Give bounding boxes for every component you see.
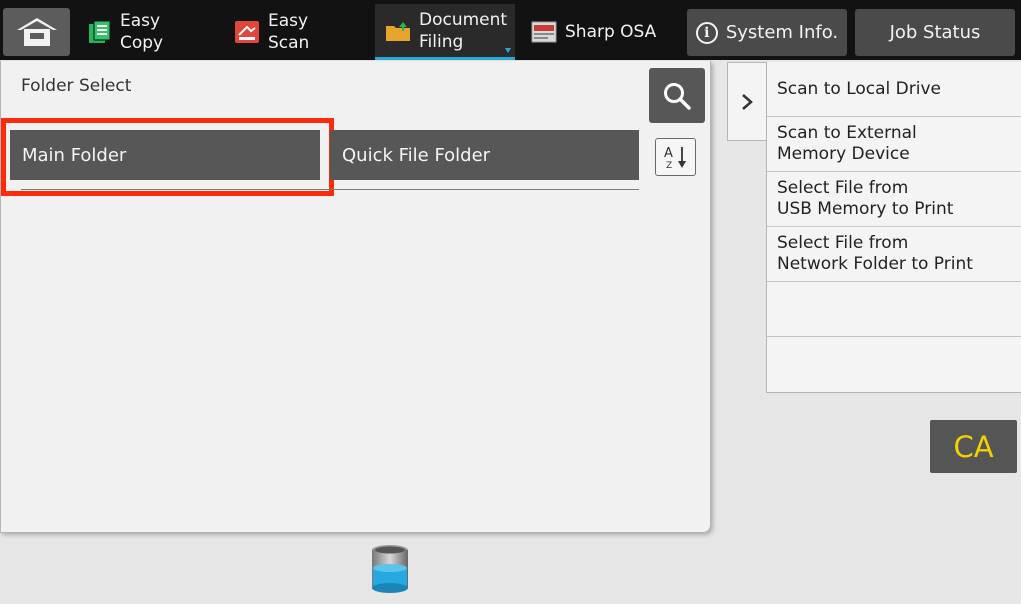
sharp-osa-icon [531, 21, 557, 43]
sort-az-icon: A Z [664, 146, 686, 171]
clear-all-button[interactable]: CA [930, 420, 1017, 473]
home-icon [16, 18, 57, 46]
home-button[interactable] [3, 8, 70, 56]
tab-sharp-osa-label: Sharp OSA [565, 22, 657, 42]
quick-file-folder-label: Quick File Folder [342, 144, 491, 166]
tab-easy-copy-label: Easy Copy [120, 11, 164, 53]
action-panel: Scan to Local Drive Scan to External Mem… [766, 62, 1021, 393]
divider [21, 189, 639, 190]
top-navigation-bar: Easy Copy Easy Scan Document Filing Shar… [0, 0, 1021, 60]
chevron-right-icon [742, 93, 753, 110]
action-scan-to-external-memory[interactable]: Scan to External Memory Device [767, 117, 1021, 172]
easy-copy-icon [89, 20, 111, 43]
info-icon: i [695, 21, 718, 44]
action-empty-slot [767, 282, 1021, 337]
action-print-from-network-folder[interactable]: Select File from Network Folder to Print [767, 227, 1021, 282]
tab-easy-scan[interactable]: Easy Scan [234, 4, 368, 60]
system-info-label: System Info. [725, 22, 839, 43]
main-folder-label: Main Folder [22, 144, 127, 166]
folder-select-panel: Folder Select Main Folder Quick File Fol… [0, 61, 711, 533]
action-scan-to-local-drive[interactable]: Scan to Local Drive [767, 62, 1021, 117]
tab-document-filing-label: Document Filing [419, 9, 508, 52]
expand-panel-button[interactable] [727, 62, 767, 141]
job-status-button[interactable]: Job Status [855, 9, 1015, 56]
system-info-button[interactable]: i System Info. [687, 9, 847, 56]
tab-sharp-osa[interactable]: Sharp OSA [531, 4, 676, 60]
main-folder-button[interactable]: Main Folder [10, 130, 320, 180]
job-status-label: Job Status [889, 22, 981, 43]
easy-scan-icon [235, 21, 259, 43]
svg-text:A: A [664, 146, 673, 161]
action-empty-slot [767, 337, 1021, 392]
toner-icon[interactable] [370, 544, 410, 594]
tab-document-filing[interactable]: Document Filing [375, 4, 515, 60]
tab-easy-scan-label: Easy Scan [268, 11, 310, 53]
dropdown-arrow-icon [505, 48, 511, 53]
search-icon [664, 82, 691, 110]
quick-file-folder-button[interactable]: Quick File Folder [330, 130, 639, 180]
svg-text:Z: Z [666, 161, 672, 171]
panel-title: Folder Select [21, 76, 132, 96]
tab-easy-copy[interactable]: Easy Copy [86, 4, 226, 60]
sort-button[interactable]: A Z [655, 138, 696, 176]
action-print-from-usb[interactable]: Select File from USB Memory to Print [767, 172, 1021, 227]
search-button[interactable] [649, 68, 705, 123]
document-filing-icon [386, 21, 410, 41]
